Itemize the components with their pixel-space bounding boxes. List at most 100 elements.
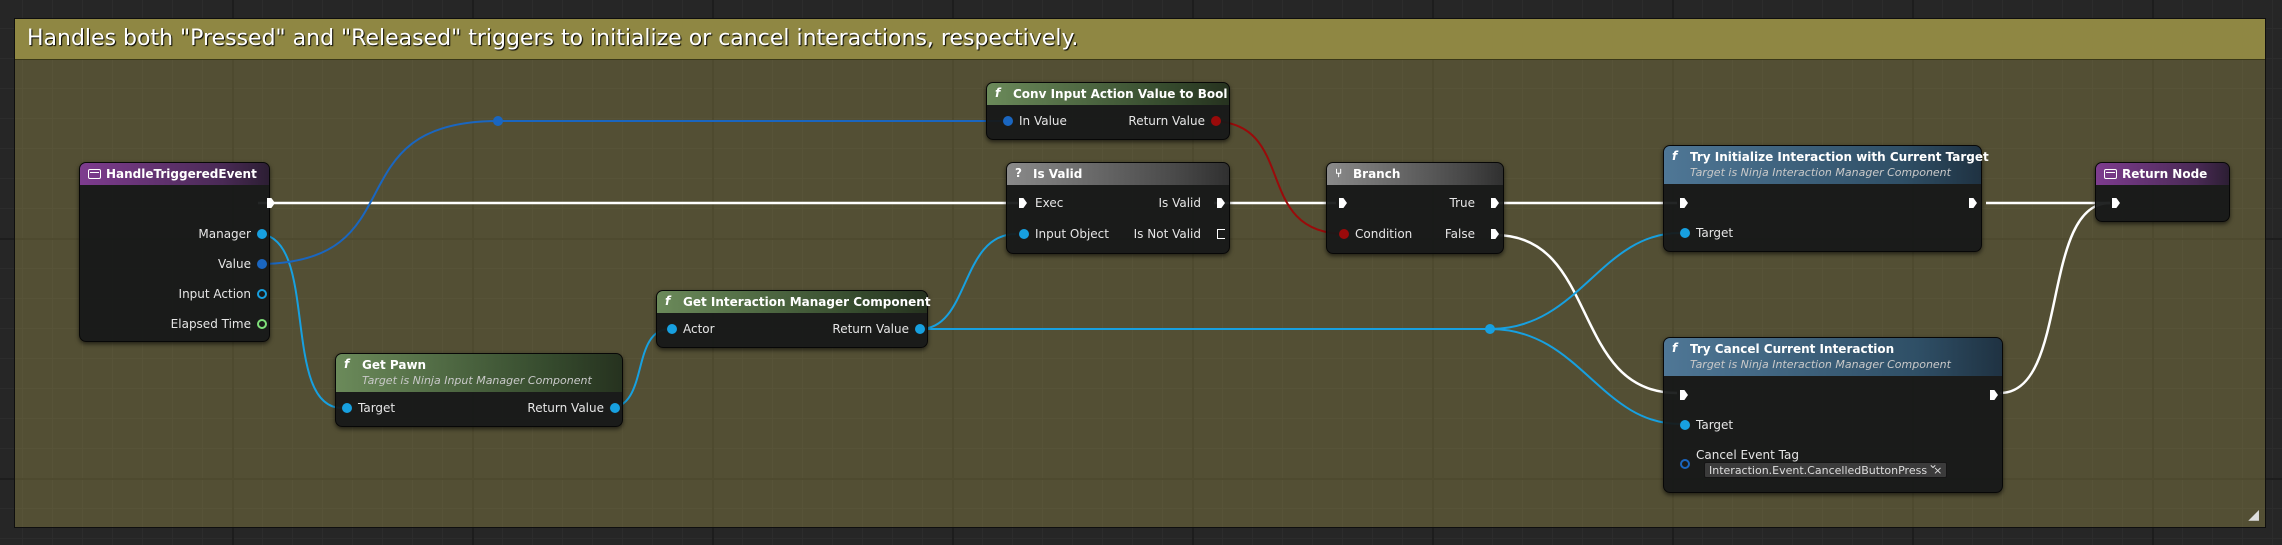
node-header: f Get Interaction Manager Component	[657, 291, 931, 313]
return-node-icon	[2104, 169, 2117, 179]
pin-label: Return Value	[1128, 114, 1205, 128]
node-header: f Try Cancel Current Interaction Target …	[1664, 338, 2002, 376]
node-title: Conv Input Action Value to Bool	[1013, 87, 1228, 101]
pin-label: Elapsed Time	[170, 317, 251, 331]
branch-icon: ⑂	[1335, 166, 1343, 180]
event-node-handle-triggered-event[interactable]: HandleTriggeredEvent Manager Value Input…	[79, 162, 270, 342]
node-subtitle: Target is Ninja Input Manager Component	[362, 374, 592, 387]
node-try-cancel-current-interaction[interactable]: f Try Cancel Current Interaction Target …	[1663, 337, 2003, 493]
target-pin[interactable]: Target	[1678, 225, 1778, 243]
pin-label: Value	[218, 257, 251, 271]
pin-label: Condition	[1355, 227, 1413, 241]
node-title: Branch	[1353, 167, 1401, 181]
resize-grip-icon[interactable]: ◢	[2248, 507, 2259, 523]
pin-label: Target	[1696, 226, 1734, 240]
is-valid-pin[interactable]: Is Valid	[1129, 195, 1219, 213]
node-title: Try Cancel Current Interaction	[1690, 342, 1895, 356]
object-pin-icon	[257, 229, 267, 239]
pin-label: Cancel Event Tag	[1696, 448, 1799, 462]
node-title: HandleTriggeredEvent	[106, 167, 257, 181]
node-header: f Try Initialize Interaction with Curren…	[1664, 146, 1989, 184]
pin-label: True	[1449, 196, 1476, 210]
node-get-interaction-manager-component[interactable]: f Get Interaction Manager Component Acto…	[656, 290, 931, 348]
input-action-pin[interactable]: Input Action	[129, 286, 269, 304]
pin-label: Return Value	[527, 401, 604, 415]
exec-in-pin[interactable]	[1678, 195, 1718, 213]
function-icon: f	[1672, 341, 1678, 355]
exec-out-pin[interactable]	[1931, 195, 1971, 213]
function-icon: f	[344, 357, 350, 371]
is-not-valid-pin[interactable]: Is Not Valid	[1119, 226, 1225, 244]
pin-label: Target	[358, 401, 396, 415]
node-header: Return Node	[2096, 163, 2229, 185]
function-icon: f	[995, 86, 1001, 100]
in-value-pin[interactable]: In Value	[1001, 113, 1101, 131]
object-pin-icon	[257, 289, 267, 299]
pin-label: In Value	[1019, 114, 1067, 128]
node-title: Return Node	[2122, 167, 2208, 181]
bool-pin-icon	[1211, 116, 1221, 126]
node-get-pawn[interactable]: f Get Pawn Target is Ninja Input Manager…	[335, 353, 623, 427]
condition-pin[interactable]: Condition	[1337, 226, 1427, 244]
exec-in-pin[interactable]: Exec	[1017, 195, 1097, 213]
float-pin-icon	[257, 319, 267, 329]
struct-pin-icon	[1003, 116, 1013, 126]
comment-title: Handles both "Pressed" and "Released" tr…	[27, 26, 1079, 51]
manager-pin[interactable]: Manager	[149, 226, 269, 244]
false-pin[interactable]: False	[1423, 226, 1493, 244]
chevron-down-icon[interactable]: ⌄	[1928, 457, 1938, 471]
pin-label: Input Object	[1035, 227, 1109, 241]
node-subtitle: Target is Ninja Interaction Manager Comp…	[1690, 358, 1951, 371]
object-pin-icon	[667, 324, 677, 334]
node-title: Get Pawn	[362, 358, 427, 372]
node-header: ? Is Valid	[1007, 163, 1229, 185]
return-value-pin[interactable]: Return Value	[482, 400, 622, 418]
node-header: HandleTriggeredEvent	[80, 163, 269, 185]
node-subtitle: Target is Ninja Interaction Manager Comp…	[1690, 166, 1951, 179]
target-pin[interactable]: Target	[340, 400, 460, 418]
true-pin[interactable]: True	[1423, 195, 1493, 213]
pin-label: Target	[1696, 418, 1734, 432]
object-pin-icon	[915, 324, 925, 334]
cancel-event-tag-value[interactable]: Interaction.Event.CancelledButtonPress ×	[1704, 462, 1948, 478]
object-pin-icon	[1680, 420, 1690, 430]
return-value-pin[interactable]: Return Value	[787, 321, 927, 339]
pin-label: Return Value	[832, 322, 909, 336]
value-pin[interactable]: Value	[149, 256, 269, 274]
object-pin-icon	[1680, 228, 1690, 238]
comment-header[interactable]: Handles both "Pressed" and "Released" tr…	[15, 19, 2265, 60]
function-icon: f	[665, 294, 671, 308]
exec-in-pin[interactable]	[1678, 387, 1718, 405]
question-icon: ?	[1015, 166, 1022, 180]
pin-label: False	[1444, 227, 1475, 241]
node-is-valid[interactable]: ? Is Valid Exec Is Valid Input Object Is…	[1006, 162, 1230, 254]
exec-out-pin[interactable]	[1952, 387, 1992, 405]
actor-pin[interactable]: Actor	[665, 321, 765, 339]
node-return[interactable]: Return Node	[2095, 162, 2230, 222]
node-header: ⑂ Branch	[1327, 163, 1503, 185]
node-header: f Conv Input Action Value to Bool	[987, 83, 1229, 105]
bool-pin-icon	[1339, 229, 1349, 239]
input-object-pin[interactable]: Input Object	[1017, 226, 1117, 244]
node-title: Try Initialize Interaction with Current …	[1690, 150, 1989, 164]
struct-pin-icon	[257, 259, 267, 269]
blueprint-graph-canvas[interactable]: Handles both "Pressed" and "Released" tr…	[0, 0, 2282, 545]
exec-in-pin[interactable]	[1337, 195, 1377, 213]
node-conv-input-action-value-to-bool[interactable]: f Conv Input Action Value to Bool In Val…	[986, 82, 1230, 140]
return-value-pin[interactable]: Return Value	[1103, 113, 1223, 131]
node-header: f Get Pawn Target is Ninja Input Manager…	[336, 354, 622, 392]
struct-pin-icon	[1680, 459, 1690, 469]
elapsed-time-pin[interactable]: Elapsed Time	[129, 316, 269, 334]
exec-out-pin[interactable]	[209, 195, 269, 213]
pin-label: Manager	[198, 227, 251, 241]
target-pin[interactable]: Target	[1678, 417, 1778, 435]
exec-in-pin[interactable]	[2110, 195, 2150, 213]
node-branch[interactable]: ⑂ Branch True Condition False	[1326, 162, 1504, 254]
node-title: Is Valid	[1033, 167, 1083, 181]
node-title: Get Interaction Manager Component	[683, 295, 931, 309]
pin-label: Input Action	[178, 287, 251, 301]
node-try-initialize-interaction[interactable]: f Try Initialize Interaction with Curren…	[1663, 145, 1989, 252]
pin-label: Exec	[1035, 196, 1064, 210]
pin-label: Actor	[683, 322, 715, 336]
tag-text: Interaction.Event.CancelledButtonPress	[1709, 464, 1928, 477]
